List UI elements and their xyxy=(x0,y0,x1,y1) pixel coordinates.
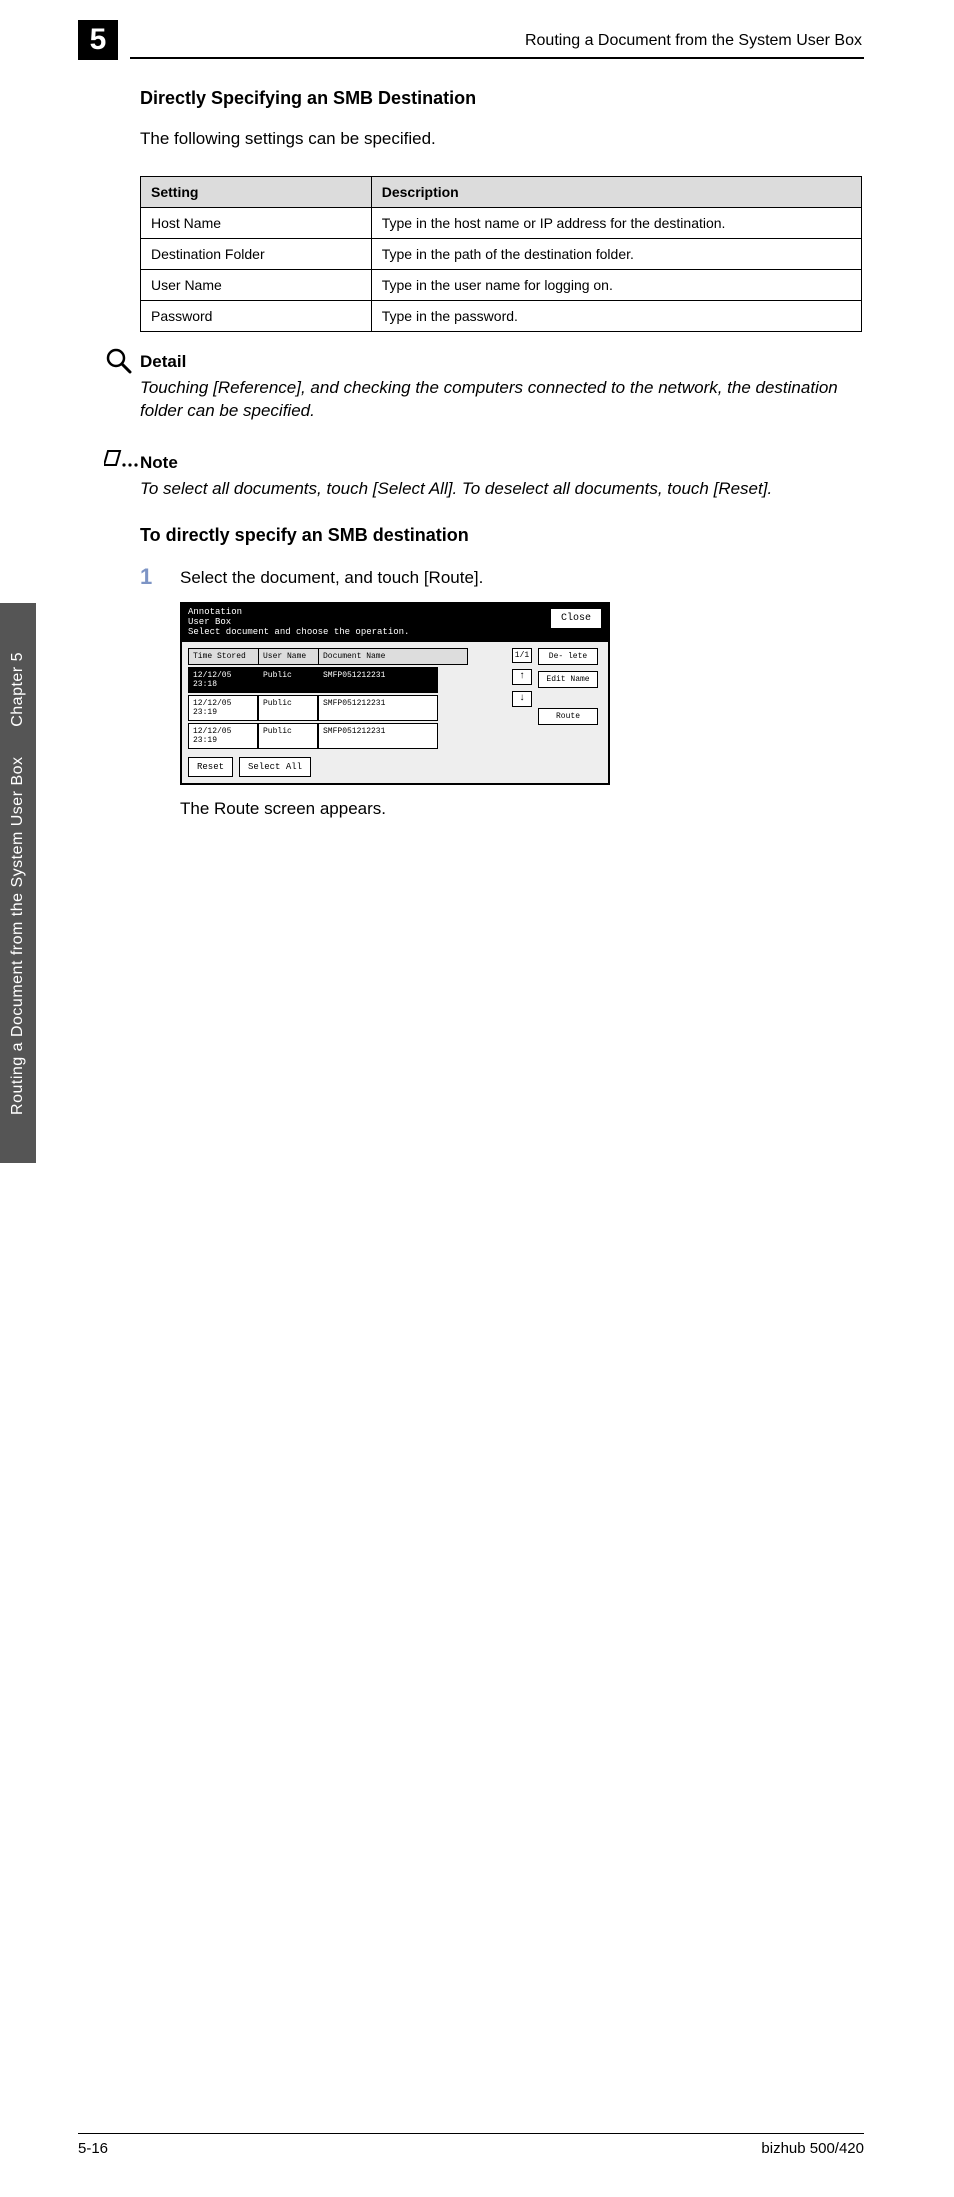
close-button[interactable]: Close xyxy=(550,608,602,629)
delete-button[interactable]: De- lete xyxy=(538,648,598,665)
table-row[interactable]: 12/12/05 23:19 Public SMFP051212231 xyxy=(188,723,468,749)
settings-col-header-description: Description xyxy=(371,176,861,207)
chapter-number-box: 5 xyxy=(78,20,118,60)
settings-row-3-desc: Type in the password. xyxy=(371,300,861,331)
note-icon xyxy=(104,447,140,471)
settings-row-1-setting: Destination Folder xyxy=(141,238,372,269)
settings-col-header-setting: Setting xyxy=(141,176,372,207)
detail-label: Detail xyxy=(140,352,862,372)
step-1: 1 Select the document, and touch [Route]… xyxy=(140,564,862,590)
procedure-after: The Route screen appears. xyxy=(180,797,862,822)
step-1-number: 1 xyxy=(140,564,180,590)
settings-row-2-desc: Type in the user name for logging on. xyxy=(371,269,861,300)
note-body: To select all documents, touch [Select A… xyxy=(140,477,862,501)
settings-row-0-setting: Host Name xyxy=(141,207,372,238)
detail-body: Touching [Reference], and checking the c… xyxy=(140,376,862,424)
settings-table: Setting Description Host Name Type in th… xyxy=(140,176,862,332)
lcd-row0-user: Public xyxy=(258,667,318,693)
lcd-col-time[interactable]: Time Stored xyxy=(189,649,259,664)
select-all-button[interactable]: Select All xyxy=(239,757,311,777)
settings-row-3-setting: Password xyxy=(141,300,372,331)
lcd-subtitle: Select document and choose the operation… xyxy=(188,627,409,637)
step-1-text: Select the document, and touch [Route]. xyxy=(180,564,483,588)
lcd-screenshot: Annotation User Box Select document and … xyxy=(180,602,610,785)
lcd-row2-time: 12/12/05 23:19 xyxy=(188,723,258,749)
route-button[interactable]: Route xyxy=(538,708,598,725)
edit-name-button[interactable]: Edit Name xyxy=(538,671,598,688)
section-intro: The following settings can be specified. xyxy=(140,127,862,152)
side-tab: Routing a Document from the System User … xyxy=(0,603,36,1163)
lcd-col-user: User Name xyxy=(259,649,319,664)
page-footer: 5-16 bizhub 500/420 xyxy=(78,2133,864,2157)
lcd-title-2: User Box xyxy=(188,617,231,627)
section-title: Directly Specifying an SMB Destination xyxy=(140,88,862,109)
lcd-row2-user: Public xyxy=(258,723,318,749)
chapter-divider xyxy=(130,57,864,59)
lcd-row0-time: 12/12/05 23:18 xyxy=(188,667,258,693)
running-head: Routing a Document from the System User … xyxy=(525,32,862,50)
lcd-pager: 1/1 xyxy=(512,648,532,663)
settings-row-1-desc: Type in the path of the destination fold… xyxy=(371,238,861,269)
settings-row-0-desc: Type in the host name or IP address for … xyxy=(371,207,861,238)
lcd-col-doc: Document Name xyxy=(319,649,439,664)
lcd-row1-doc: SMFP051212231 xyxy=(318,695,438,721)
side-tab-chapter: Chapter 5 xyxy=(9,652,26,727)
footer-page: 5-16 xyxy=(78,2140,108,2157)
note-label: Note xyxy=(140,453,862,473)
lcd-row1-user: Public xyxy=(258,695,318,721)
reset-button[interactable]: Reset xyxy=(188,757,233,777)
footer-product: bizhub 500/420 xyxy=(761,2140,864,2157)
arrow-down-icon[interactable]: ↓ xyxy=(512,691,532,707)
lcd-title-1: Annotation xyxy=(188,607,242,617)
table-row[interactable]: 12/12/05 23:19 Public SMFP051212231 xyxy=(188,695,468,721)
note-callout: Note To select all documents, touch [Sel… xyxy=(140,453,862,501)
lcd-row1-time: 12/12/05 23:19 xyxy=(188,695,258,721)
lcd-row0-doc: SMFP051212231 xyxy=(318,667,438,693)
table-row[interactable]: 12/12/05 23:18 Public SMFP051212231 xyxy=(188,667,468,693)
detail-callout: Detail Touching [Reference], and checkin… xyxy=(140,352,862,424)
procedure-title: To directly specify an SMB destination xyxy=(140,525,862,546)
lcd-row2-doc: SMFP051212231 xyxy=(318,723,438,749)
magnifier-icon xyxy=(104,346,134,376)
side-tab-title: Routing a Document from the System User … xyxy=(9,756,26,1115)
chapter-number: 5 xyxy=(90,23,107,57)
settings-row-2-setting: User Name xyxy=(141,269,372,300)
arrow-up-icon[interactable]: ↑ xyxy=(512,669,532,685)
